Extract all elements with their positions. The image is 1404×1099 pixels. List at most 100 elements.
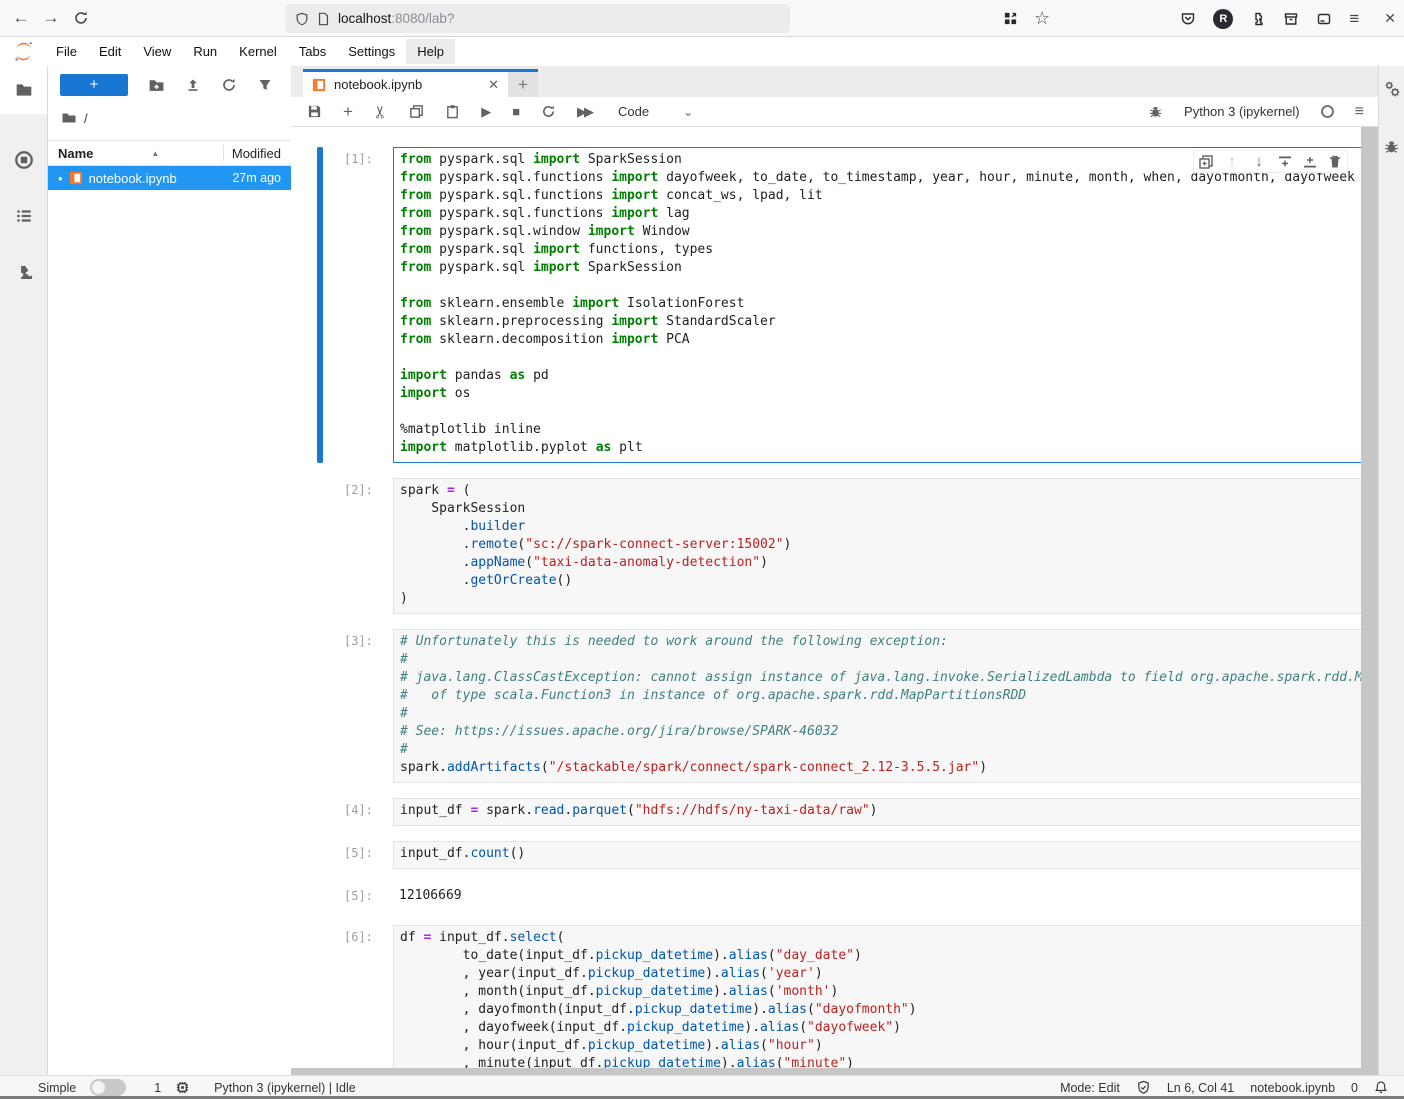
filebrowser-tab[interactable] [0,66,47,114]
kernel-count[interactable]: 1 [154,1081,161,1095]
trust-shield-icon[interactable] [1136,1080,1151,1095]
archive-box-icon[interactable] [1283,11,1299,27]
menu-tabs[interactable]: Tabs [288,39,337,64]
copy-cells-icon[interactable] [409,104,424,119]
menu-file[interactable]: File [45,39,88,64]
new-tab-button[interactable]: + [508,72,538,97]
move-cell-up-icon[interactable]: ↑ [1223,153,1241,170]
screenshot-grid-icon[interactable] [1003,11,1018,26]
tab-close-icon[interactable]: ✕ [488,77,499,93]
column-name[interactable]: Name▲ [58,146,215,161]
page-icon[interactable] [317,12,330,26]
open-file-dot: • [58,172,63,185]
simple-mode-toggle[interactable] [90,1079,126,1096]
menu-hamburger-icon[interactable]: ≡ [1349,9,1359,29]
property-inspector-tab[interactable] [1383,80,1401,98]
pocket-icon[interactable] [1180,11,1196,27]
kernel-name[interactable]: Python 3 (ipykernel) [1184,104,1300,119]
reload-icon[interactable] [66,10,96,26]
code-editor[interactable]: # Unfortunately this is needed to work a… [393,629,1368,783]
code-cell[interactable]: [4]:input_df = spark.read.parquet("hdfs:… [317,798,1378,826]
profile-avatar[interactable]: R [1213,9,1233,29]
code-editor[interactable]: df = input_df.select( to_date(input_df.p… [393,925,1368,1075]
restart-kernel-icon[interactable] [541,104,556,119]
insert-cell-below-icon[interactable] [1302,154,1318,170]
cell-collapser[interactable] [317,925,323,1075]
cell-collapser[interactable] [317,147,323,463]
code-editor[interactable]: input_df.count() [393,841,1368,869]
save-icon[interactable] [307,104,322,119]
output-area[interactable]: 12106669 [393,884,1368,910]
duplicate-cell-icon[interactable] [1198,154,1214,170]
menu-settings[interactable]: Settings [337,39,406,64]
url-path: :8080/lab? [391,11,454,26]
code-cell[interactable]: [3]:# Unfortunately this is needed to wo… [317,629,1378,783]
sidebar-icon[interactable] [1316,11,1332,27]
horizontal-scrollbar[interactable] [291,1068,1361,1075]
column-divider[interactable] [223,145,224,161]
notebook-content[interactable]: [1]:from pyspark.sql import SparkSession… [291,127,1378,1075]
code-cell[interactable]: [2]:spark = ( SparkSession .builder .rem… [317,478,1378,614]
filter-icon[interactable] [257,77,273,93]
menu-kernel[interactable]: Kernel [228,39,288,64]
bookmark-star-icon[interactable]: ☆ [1034,8,1050,29]
cell-collapser[interactable] [317,884,323,910]
cell-collapser[interactable] [317,478,323,614]
file-row-notebook[interactable]: • notebook.ipynb 27m ago [48,166,291,190]
tab-notebook[interactable]: notebook.ipynb ✕ [303,72,508,97]
breadcrumb-root[interactable]: / [84,111,88,126]
url-bar[interactable]: localhost:8080/lab? [285,4,790,33]
vertical-scrollbar[interactable] [1361,127,1378,1075]
extension-icon[interactable] [1250,11,1266,27]
kernel-status-icon[interactable] [1321,105,1334,118]
code-editor[interactable]: spark = ( SparkSession .builder .remote(… [393,478,1368,614]
running-sessions-tab[interactable] [0,136,47,184]
cut-cells-icon[interactable]: ✂ [371,104,391,118]
cell-type-dropdown[interactable]: Code ⌄ [618,104,693,119]
cell-collapser[interactable] [317,841,323,869]
url-text[interactable]: localhost:8080/lab? [338,11,454,26]
menu-edit[interactable]: Edit [88,39,132,64]
extension-manager-tab[interactable] [0,248,47,296]
cursor-position[interactable]: Ln 6, Col 41 [1167,1081,1234,1095]
code-cell[interactable]: [1]:from pyspark.sql import SparkSession… [317,147,1378,463]
code-editor[interactable]: input_df = spark.read.parquet("hdfs://hd… [393,798,1368,826]
back-icon[interactable]: ← [6,8,36,28]
table-of-contents-tab[interactable] [0,192,47,240]
insert-cell-above-icon[interactable] [1277,154,1293,170]
toolbar-menu-icon[interactable]: ≡ [1355,103,1364,121]
new-launcher-button[interactable]: + [60,74,128,96]
code-cell[interactable]: [5]:input_df.count() [317,841,1378,869]
bell-icon[interactable] [1374,1080,1388,1095]
forward-icon[interactable]: → [36,8,66,28]
new-folder-icon[interactable] [148,77,165,94]
upload-icon[interactable] [185,77,201,93]
kernel-status-text[interactable]: Python 3 (ipykernel) | Idle [214,1081,356,1095]
notification-count[interactable]: 0 [1351,1081,1358,1095]
cell-collapser[interactable] [317,798,323,826]
column-modified[interactable]: Modified [232,146,281,161]
shield-icon[interactable] [295,12,309,26]
window-close-icon[interactable]: ✕ [1384,10,1396,27]
code-line: # Unfortunately this is needed to work a… [400,634,1361,652]
menu-view[interactable]: View [132,39,182,64]
cell-output[interactable]: [5]:12106669 [317,884,1378,910]
breadcrumb[interactable]: / [48,104,291,132]
menu-run[interactable]: Run [182,39,228,64]
debugger-tab[interactable] [1383,138,1400,155]
cell-collapser[interactable] [317,629,323,783]
restart-run-all-icon[interactable]: ▶▶ [577,104,591,120]
mode-indicator[interactable]: Mode: Edit [1060,1081,1120,1095]
move-cell-down-icon[interactable]: ↓ [1250,153,1268,170]
refresh-icon[interactable] [221,77,237,93]
insert-cell-icon[interactable]: + [343,102,353,122]
code-editor[interactable]: from pyspark.sql import SparkSessionfrom… [393,147,1368,463]
paste-cells-icon[interactable] [445,104,460,119]
interrupt-kernel-icon[interactable]: ■ [512,104,520,119]
menu-help[interactable]: Help [406,39,455,64]
code-cell[interactable]: [6]:df = input_df.select( to_date(input_… [317,925,1378,1075]
kernel-chip-icon[interactable] [175,1080,190,1095]
run-cell-icon[interactable]: ▶ [481,104,491,120]
debugger-bug-icon[interactable] [1148,104,1163,119]
delete-cell-icon[interactable] [1327,154,1343,170]
